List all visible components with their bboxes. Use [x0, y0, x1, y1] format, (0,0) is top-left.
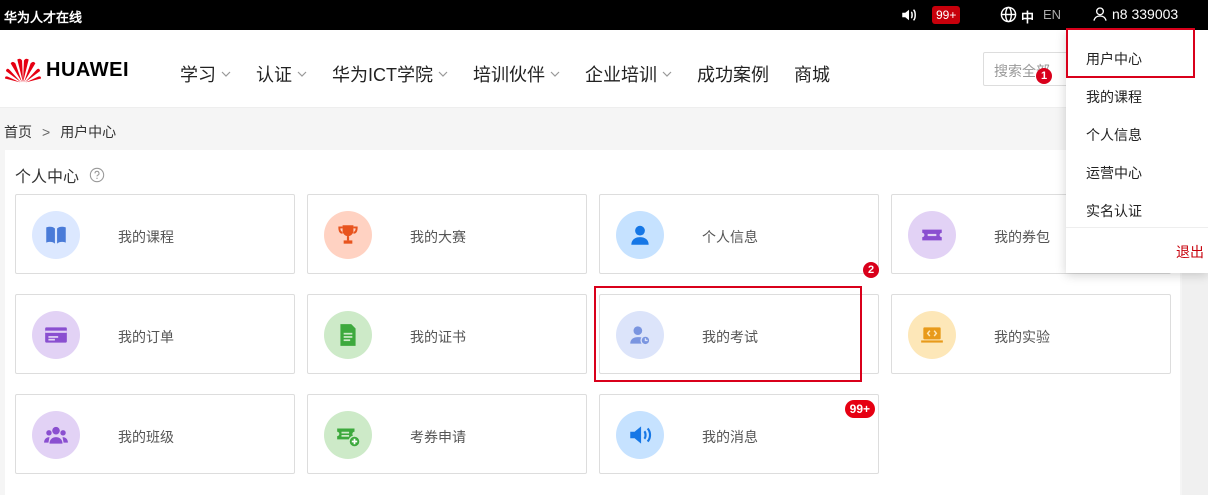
voucher-add-icon — [337, 428, 361, 448]
huawei-flower-icon — [4, 58, 42, 83]
card-label: 我的订单 — [118, 329, 174, 345]
username[interactable]: n8 339003 — [1112, 6, 1178, 22]
nav-item-label: 商城 — [794, 65, 830, 85]
annotation-box-user-center — [1066, 28, 1195, 78]
card-icon-circle — [908, 211, 956, 259]
nav-item-label: 企业培训 — [585, 65, 657, 85]
group-icon — [44, 426, 68, 444]
main-nav: 学习 认证 华为ICT学院 培训伙伴 企业培训 成功案例 商城 — [180, 61, 855, 87]
card-laptop[interactable]: 我的实验 — [891, 294, 1171, 374]
site-title[interactable]: 华为人才在线 — [4, 7, 82, 26]
breadcrumb-current: 用户中心 — [60, 124, 117, 140]
logout-button[interactable]: 退出 — [1176, 242, 1204, 262]
card-icon-circle — [32, 311, 80, 359]
card-label: 我的实验 — [994, 329, 1050, 345]
card-icon-circle — [324, 311, 372, 359]
card-speaker[interactable]: 我的消息 99+ — [599, 394, 879, 474]
top-bar: 华为人才在线 99+ 中 EN n8 339003 — [0, 0, 1208, 30]
nav-item-label: 认证 — [256, 65, 292, 85]
card-label: 考券申请 — [410, 429, 466, 445]
nav-item-2[interactable]: 华为ICT学院 — [332, 61, 448, 87]
lang-zh-toggle[interactable]: 中 — [1021, 7, 1034, 26]
chevron-down-icon — [550, 71, 560, 77]
annotation-number-1: 1 — [1036, 68, 1052, 84]
laptop-icon — [921, 327, 943, 343]
card-group[interactable]: 我的班级 — [15, 394, 295, 474]
nav-item-1[interactable]: 认证 — [256, 61, 307, 87]
breadcrumb-home[interactable]: 首页 — [4, 124, 32, 140]
search-input[interactable]: 搜索全部 — [983, 52, 1073, 86]
trophy-icon — [338, 225, 358, 244]
card-icon-circle — [616, 411, 664, 459]
nav-item-label: 华为ICT学院 — [332, 65, 433, 85]
breadcrumb-separator: > — [42, 124, 51, 140]
dropdown-item-1[interactable]: 我的课程 — [1086, 87, 1142, 107]
card-label: 个人信息 — [702, 229, 758, 245]
nav-item-label: 培训伙伴 — [473, 65, 545, 85]
speaker-icon — [630, 426, 652, 444]
card-label: 我的课程 — [118, 229, 174, 245]
card-icon-circle — [32, 411, 80, 459]
card-trophy[interactable]: 我的大赛 — [307, 194, 587, 274]
logo-text: HUAWEI — [46, 58, 129, 81]
certificate-icon — [340, 324, 356, 346]
personal-center-panel: 个人中心 我的课程 我的大赛 个人信息 我的券包 我的订单 我的证书 我的考试 我的实验 我的班… — [5, 150, 1180, 495]
user-icon[interactable] — [1092, 6, 1108, 22]
dropdown-item-3[interactable]: 运营中心 — [1086, 163, 1142, 183]
nav-item-label: 成功案例 — [697, 65, 769, 85]
main-header: HUAWEI 学习 认证 华为ICT学院 培训伙伴 企业培训 成功案例 商城 搜索全部 — [0, 30, 1208, 108]
book-icon — [46, 226, 66, 244]
card-label: 我的大赛 — [410, 229, 466, 245]
globe-icon[interactable] — [1000, 6, 1017, 23]
card-card[interactable]: 我的订单 — [15, 294, 295, 374]
card-voucher-add[interactable]: 考券申请 — [307, 394, 587, 474]
nav-item-5[interactable]: 成功案例 — [697, 61, 769, 87]
card-icon-circle — [324, 411, 372, 459]
dropdown-item-4[interactable]: 实名认证 — [1086, 201, 1142, 221]
card-certificate[interactable]: 我的证书 — [307, 294, 587, 374]
chevron-down-icon — [221, 71, 231, 77]
nav-item-label: 学习 — [180, 65, 216, 85]
card-label: 我的券包 — [994, 229, 1050, 245]
lang-en-toggle[interactable]: EN — [1043, 7, 1061, 22]
card-book[interactable]: 我的课程 — [15, 194, 295, 274]
huawei-logo[interactable]: HUAWEI — [4, 56, 129, 84]
chevron-down-icon — [662, 71, 672, 77]
chevron-down-icon — [297, 71, 307, 77]
card-person[interactable]: 个人信息 — [599, 194, 879, 274]
annotation-box-exam — [594, 286, 862, 382]
dropdown-divider — [1066, 227, 1208, 228]
annotation-number-2: 2 — [863, 262, 879, 278]
notification-badge[interactable]: 99+ — [932, 6, 961, 24]
chevron-down-icon — [438, 71, 448, 77]
nav-item-4[interactable]: 企业培训 — [585, 61, 672, 87]
card-icon-circle — [616, 211, 664, 259]
help-icon[interactable] — [89, 167, 105, 183]
card-label: 我的证书 — [410, 329, 466, 345]
card-label: 我的班级 — [118, 429, 174, 445]
panel-title-text: 个人中心 — [15, 169, 80, 186]
ticket-icon — [922, 229, 942, 241]
card-label: 我的消息 — [702, 429, 758, 445]
dropdown-item-2[interactable]: 个人信息 — [1086, 125, 1142, 145]
nav-item-3[interactable]: 培训伙伴 — [473, 61, 560, 87]
card-icon-circle — [32, 211, 80, 259]
nav-item-0[interactable]: 学习 — [180, 61, 231, 87]
card-icon-circle — [908, 311, 956, 359]
speaker-icon[interactable] — [900, 6, 918, 24]
panel-title: 个人中心 — [15, 163, 105, 187]
message-count-badge: 99+ — [844, 400, 875, 418]
breadcrumb: 首页 > 用户中心 — [4, 122, 116, 142]
card-icon — [45, 327, 67, 343]
card-icon-circle — [324, 211, 372, 259]
nav-item-6[interactable]: 商城 — [794, 61, 830, 87]
person-icon — [631, 225, 649, 245]
